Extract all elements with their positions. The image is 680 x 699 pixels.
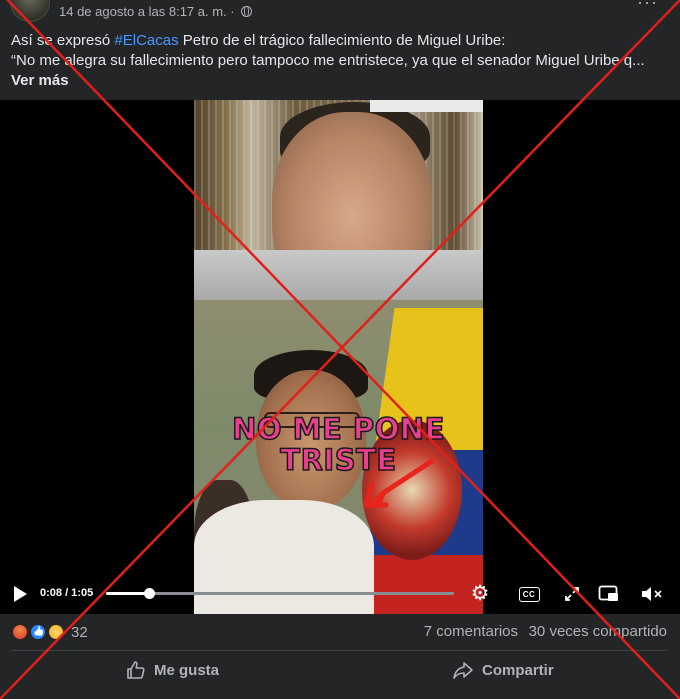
post-actions: Me gusta Compartir (0, 651, 680, 691)
like-button[interactable]: Me gusta (126, 651, 219, 689)
post-header: 14 de agosto a las 8:17 a. m. · ··· (0, 0, 680, 26)
post-text: Así se expresó #ElCacas Petro de el trág… (11, 31, 671, 91)
cc-label: CC (518, 586, 540, 602)
pip-icon[interactable] (598, 583, 620, 605)
angry-reaction-icon[interactable] (11, 623, 29, 641)
video-frame: NO ME PONE TRISTE (194, 100, 483, 614)
post-stats: 32 7 comentarios 30 veces compartido (0, 614, 680, 650)
hashtag-link[interactable]: #ElCacas (114, 32, 178, 49)
expand-glyph (565, 587, 579, 601)
overlay-line-2: TRISTE (280, 443, 397, 477)
post-text-prefix: Así se expresó (11, 32, 115, 49)
cc-icon[interactable]: CC (518, 583, 540, 605)
shares-count[interactable]: 30 veces compartido (529, 623, 667, 640)
share-label: Compartir (482, 661, 554, 679)
thumbs-up-icon (127, 661, 145, 679)
share-icon (453, 662, 473, 679)
video-time: 0:08 / 1:05 (40, 587, 94, 599)
foreground-person (194, 350, 374, 614)
video-overlay-text: NO ME PONE TRISTE (194, 412, 483, 477)
like-label: Me gusta (154, 661, 220, 679)
progress-fill (106, 592, 149, 595)
mute-icon[interactable] (640, 583, 664, 605)
caption-chip (370, 100, 483, 112)
see-more-link[interactable]: Ver más (11, 72, 69, 89)
expand-icon[interactable] (563, 583, 581, 605)
like-reaction-icon[interactable] (29, 623, 47, 641)
video-top-clip (194, 100, 483, 302)
wow-reaction-icon[interactable] (47, 623, 65, 641)
avatar[interactable] (10, 0, 50, 22)
post-text-line-2: “No me alegra su fallecimiento pero tamp… (11, 52, 645, 69)
speaker-shirt (194, 250, 483, 300)
meta-separator: · (230, 4, 235, 19)
globe-icon (241, 5, 253, 17)
facebook-post: 14 de agosto a las 8:17 a. m. · ··· Así … (0, 0, 680, 699)
post-text-line-1: Así se expresó #ElCacas Petro de el trág… (11, 31, 671, 51)
pip-glyph (598, 585, 618, 601)
post-text-suffix: Petro de el trágico fallecimiento de Mig… (178, 32, 506, 49)
progress-bar[interactable] (106, 588, 454, 599)
video-controls: 0:08 / 1:05 ⚙ CC (0, 578, 680, 612)
red-arrow-icon (363, 458, 435, 508)
post-timestamp[interactable]: 14 de agosto a las 8:17 a. m. (59, 4, 227, 19)
overlay-line-1: NO ME PONE (231, 412, 445, 446)
share-button[interactable]: Compartir (452, 651, 554, 689)
comments-count[interactable]: 7 comentarios (424, 623, 518, 640)
mute-glyph (642, 587, 662, 601)
post-meta: 14 de agosto a las 8:17 a. m. · (59, 4, 253, 19)
more-options-icon[interactable]: ··· (637, 0, 658, 13)
progress-knob[interactable] (143, 588, 155, 599)
video-player[interactable]: NO ME PONE TRISTE 0:08 / 1:05 ⚙ CC (0, 100, 680, 614)
gear-icon[interactable]: ⚙ (469, 583, 491, 605)
play-icon[interactable] (14, 586, 27, 602)
reaction-count[interactable]: 32 (71, 624, 88, 641)
